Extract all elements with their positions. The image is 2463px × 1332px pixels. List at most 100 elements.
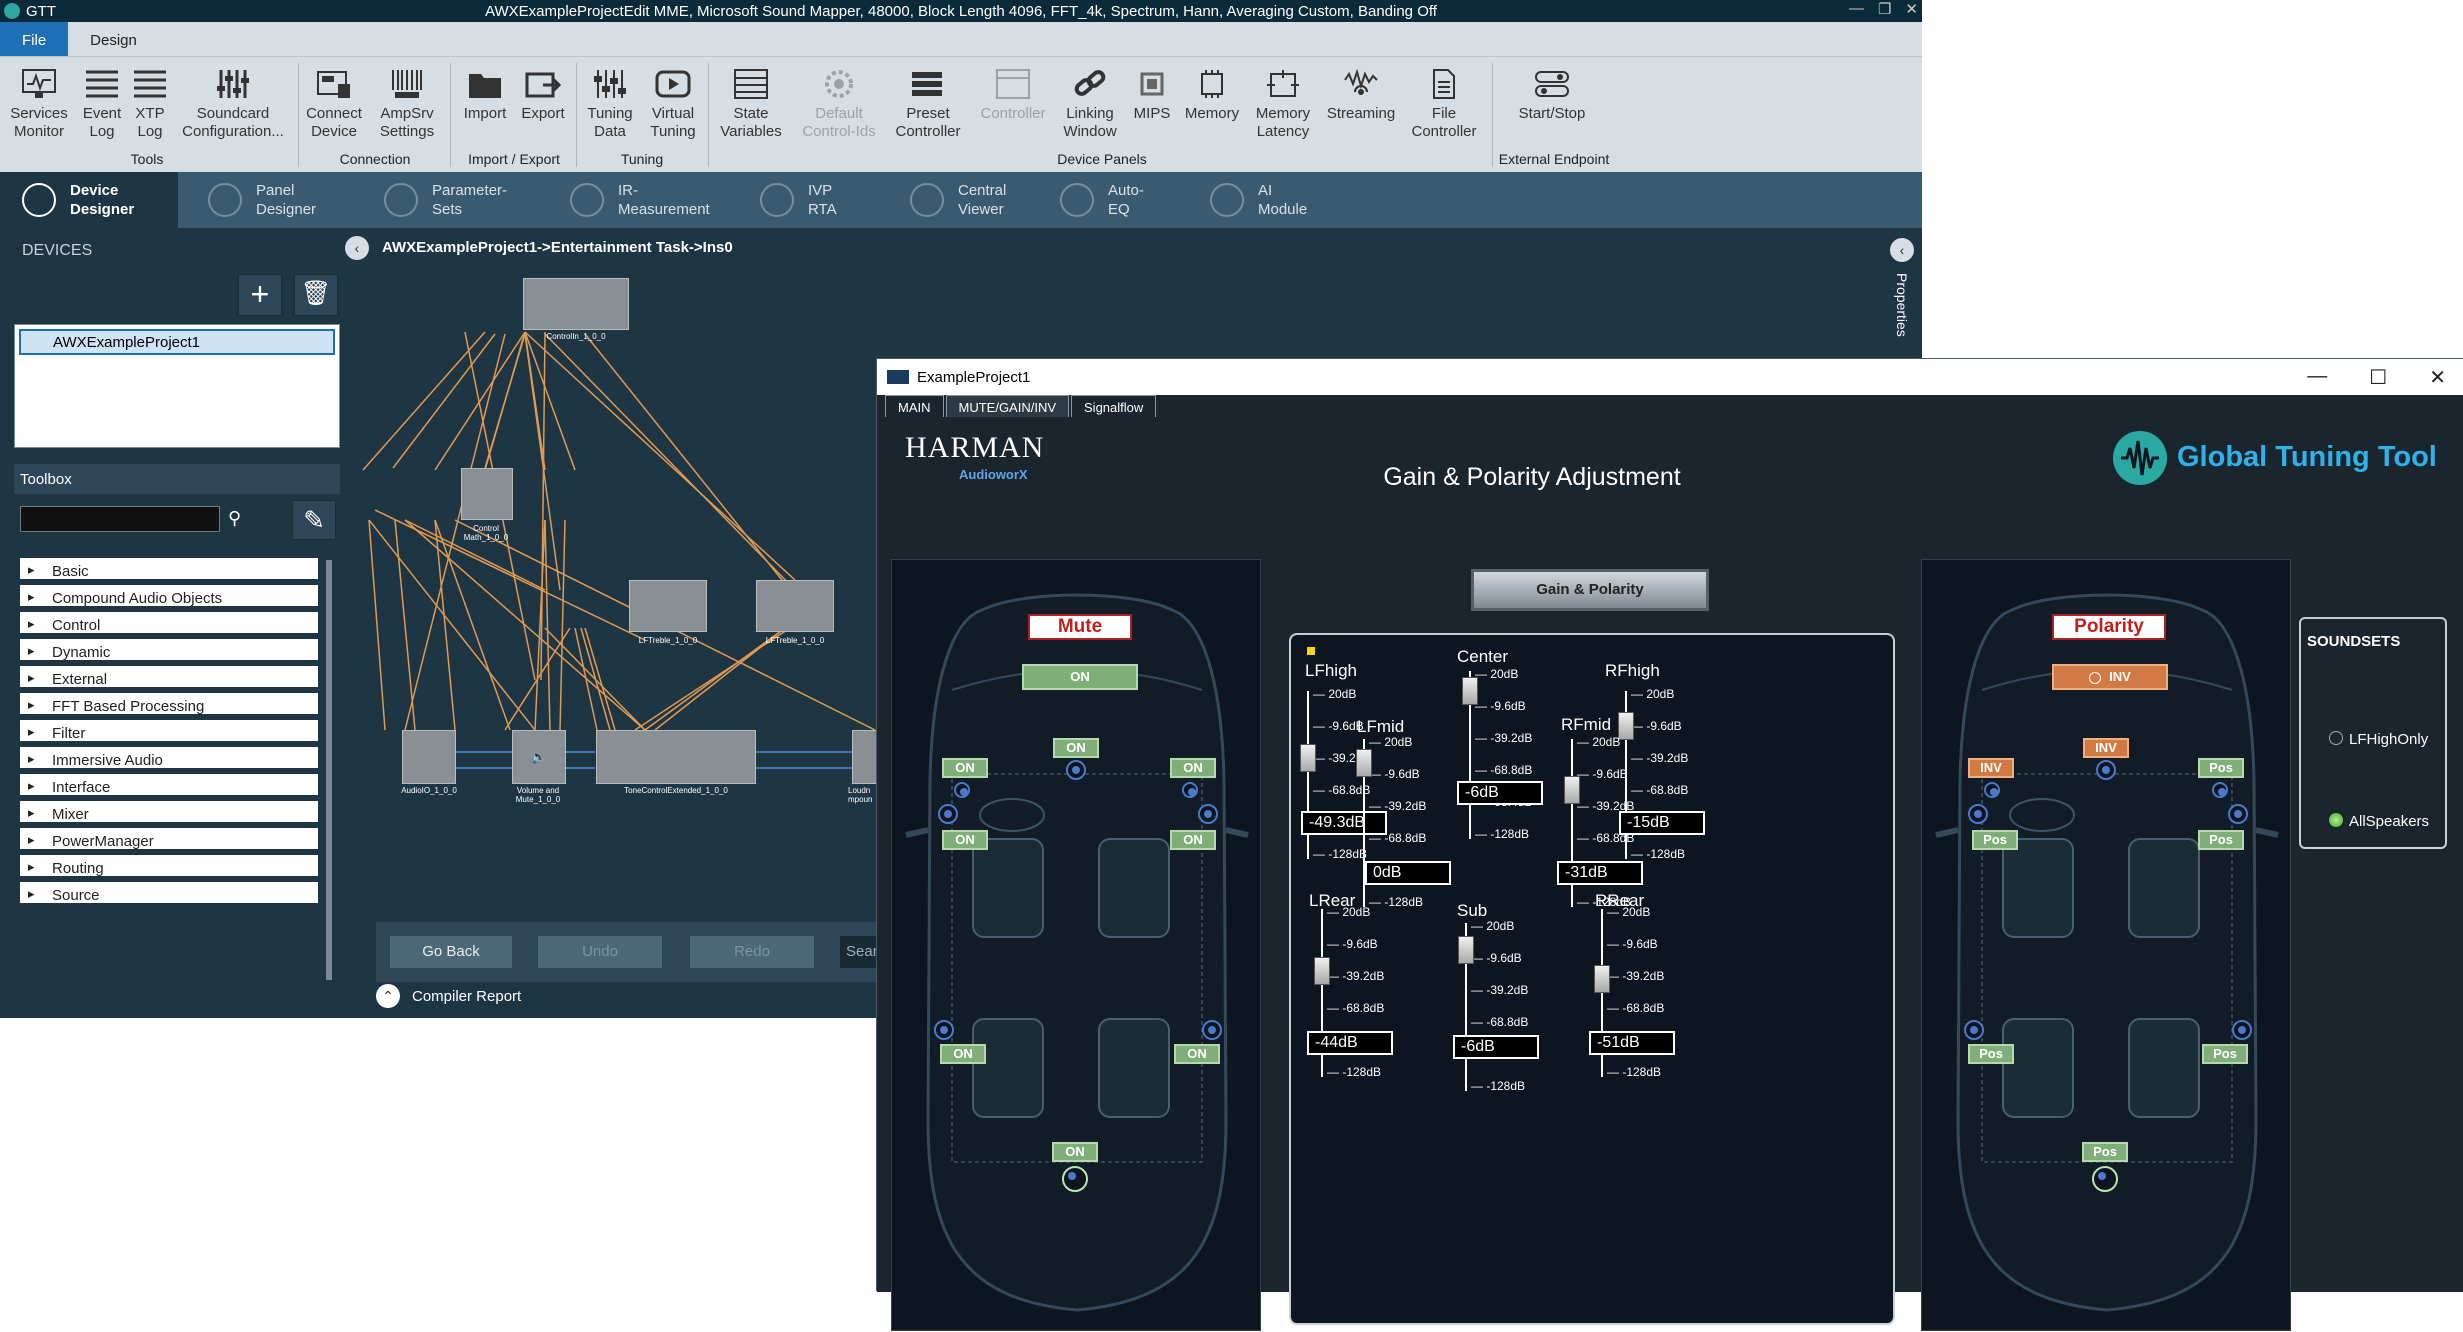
memory-latency-button[interactable]: Memory Latency: [1250, 65, 1316, 141]
block-volume-mute[interactable]: 🔈: [512, 730, 566, 784]
start-stop-button[interactable]: Start/Stop: [1510, 65, 1594, 123]
speaker-rr-icon[interactable]: [1202, 1020, 1222, 1040]
channel-value-input[interactable]: -51dB: [1589, 1031, 1675, 1055]
tab-auto-eq[interactable]: Auto- EQ: [1038, 172, 1188, 228]
fader-thumb[interactable]: [1594, 965, 1610, 993]
device-item[interactable]: AWXExampleProject1: [19, 329, 335, 355]
toolbox-item[interactable]: Basic: [20, 558, 318, 585]
fader-thumb[interactable]: [1618, 711, 1634, 740]
tab-ai-module[interactable]: AI Module: [1188, 172, 1338, 228]
menu-file[interactable]: File: [0, 22, 69, 56]
block-control-math[interactable]: [461, 468, 513, 520]
delete-device-button[interactable]: 🗑: [294, 274, 338, 316]
polarity-rl-toggle[interactable]: Pos: [1968, 1044, 2014, 1064]
toolbox-item[interactable]: Compound Audio Objects: [20, 585, 318, 612]
polarity-rr-toggle[interactable]: Pos: [2202, 1044, 2248, 1064]
channel-value-input[interactable]: -6dB: [1457, 781, 1543, 805]
mute-center-toggle[interactable]: ON: [1053, 738, 1099, 758]
toolbox-item[interactable]: Control: [20, 612, 318, 639]
toolbox-scrollbar[interactable]: [326, 560, 332, 980]
controller-button[interactable]: Controller: [976, 65, 1050, 123]
maximize-icon[interactable]: ☐: [2369, 365, 2387, 390]
toolbox-item[interactable]: Interface: [20, 774, 318, 801]
export-button[interactable]: Export: [516, 65, 570, 123]
block-audioio[interactable]: [402, 730, 456, 784]
fader-thumb[interactable]: [1314, 957, 1330, 985]
block-tonecontrol[interactable]: [596, 730, 756, 784]
mute-fr-mid-toggle[interactable]: ON: [1170, 830, 1216, 850]
radio-allspeakers[interactable]: [2329, 813, 2343, 827]
toolbox-search-input[interactable]: [20, 506, 220, 532]
minimize-icon[interactable]: —: [2307, 365, 2327, 390]
toolbox-item[interactable]: Mixer: [20, 801, 318, 828]
fader-thumb[interactable]: [1564, 775, 1580, 804]
speaker-center-icon[interactable]: [1066, 760, 1086, 780]
undo-button[interactable]: Undo: [538, 936, 662, 968]
polarity-fl-mid-toggle[interactable]: Pos: [1972, 830, 2018, 850]
soundset-label[interactable]: LFHighOnly: [2349, 731, 2428, 748]
mute-rr-toggle[interactable]: ON: [1174, 1044, 1220, 1064]
polarity-fl-high-toggle[interactable]: INV: [1968, 758, 2014, 778]
preset-controller-button[interactable]: Preset Controller: [890, 65, 966, 141]
toolbox-item[interactable]: External: [20, 666, 318, 693]
block-lftreble-1[interactable]: [629, 580, 707, 632]
tab-panel-designer[interactable]: Panel Designer: [186, 172, 362, 228]
speaker-rl-icon[interactable]: [1964, 1020, 1984, 1040]
tab-device-designer[interactable]: Device Designer: [0, 172, 178, 228]
tab-mute-gain-inv[interactable]: MUTE/GAIN/INV: [945, 395, 1070, 417]
streaming-button[interactable]: Streaming: [1324, 65, 1398, 123]
channel-value-input[interactable]: -6dB: [1453, 1035, 1539, 1059]
polarity-sub-toggle[interactable]: Pos: [2082, 1142, 2128, 1162]
state-variables-button[interactable]: State Variables: [716, 65, 786, 141]
speaker-sub-icon[interactable]: [1062, 1166, 1088, 1192]
toolbox-item[interactable]: Filter: [20, 720, 318, 747]
redo-button[interactable]: Redo: [690, 936, 814, 968]
linking-window-button[interactable]: Linking Window: [1058, 65, 1122, 141]
toolbox-item[interactable]: Dynamic: [20, 639, 318, 666]
toolbox-item[interactable]: PowerManager: [20, 828, 318, 855]
fader-thumb[interactable]: [1300, 743, 1316, 772]
speaker-fl-mid-icon[interactable]: [938, 804, 958, 824]
speaker-sub-icon[interactable]: [2092, 1166, 2118, 1192]
speaker-rr-icon[interactable]: [2232, 1020, 2252, 1040]
default-control-ids-button[interactable]: Default Control-Ids: [796, 65, 882, 141]
restore-icon[interactable]: ❐: [1878, 0, 1891, 18]
polarity-center-toggle[interactable]: INV: [2083, 738, 2129, 758]
add-device-button[interactable]: +: [238, 274, 282, 316]
speaker-fl-high-icon[interactable]: [1984, 782, 2000, 798]
minimize-icon[interactable]: —: [1849, 0, 1864, 18]
speaker-rl-icon[interactable]: [934, 1020, 954, 1040]
toolbox-item[interactable]: Source: [20, 882, 318, 909]
mute-fr-high-toggle[interactable]: ON: [1170, 758, 1216, 778]
speaker-fl-high-icon[interactable]: [954, 782, 970, 798]
collapse-properties-icon[interactable]: ‹: [1890, 238, 1914, 262]
speaker-fr-high-icon[interactable]: [2212, 782, 2228, 798]
tab-ivp-rta[interactable]: IVP RTA: [738, 172, 888, 228]
mute-sub-toggle[interactable]: ON: [1052, 1142, 1098, 1162]
services-monitor-button[interactable]: Services Monitor: [8, 65, 70, 141]
block-lftreble-2[interactable]: [756, 580, 834, 632]
block-controlin[interactable]: [523, 278, 629, 330]
tuning-data-button[interactable]: Tuning Data: [582, 65, 638, 141]
compiler-report[interactable]: ⌃ Compiler Report: [376, 984, 521, 1008]
tab-central-viewer[interactable]: Central Viewer: [888, 172, 1038, 228]
soundset-label[interactable]: AllSpeakers: [2349, 813, 2429, 830]
tab-signalflow[interactable]: Signalflow: [1071, 395, 1157, 417]
mute-fl-mid-toggle[interactable]: ON: [942, 830, 988, 850]
import-button[interactable]: Import: [458, 65, 512, 123]
channel-value-input[interactable]: -31dB: [1557, 861, 1643, 885]
polarity-fr-mid-toggle[interactable]: Pos: [2198, 830, 2244, 850]
toolbox-item[interactable]: FFT Based Processing: [20, 693, 318, 720]
close-icon[interactable]: ✕: [1905, 0, 1918, 18]
ampsrv-settings-button[interactable]: AmpSrv Settings: [374, 65, 440, 141]
mute-all-toggle[interactable]: ON: [1022, 664, 1138, 690]
go-back-button[interactable]: Go Back: [390, 936, 512, 968]
search-icon[interactable]: ⚲: [228, 508, 241, 529]
mute-rl-toggle[interactable]: ON: [940, 1044, 986, 1064]
soundcard-configuration-button[interactable]: Soundcard Configuration...: [180, 65, 286, 141]
toolbox-item[interactable]: Immersive Audio: [20, 747, 318, 774]
polarity-all-toggle[interactable]: INV: [2052, 664, 2168, 690]
xtp-log-button[interactable]: XTP Log: [128, 65, 172, 141]
channel-value-input[interactable]: -44dB: [1307, 1031, 1393, 1055]
speaker-fr-mid-icon[interactable]: [2228, 804, 2248, 824]
